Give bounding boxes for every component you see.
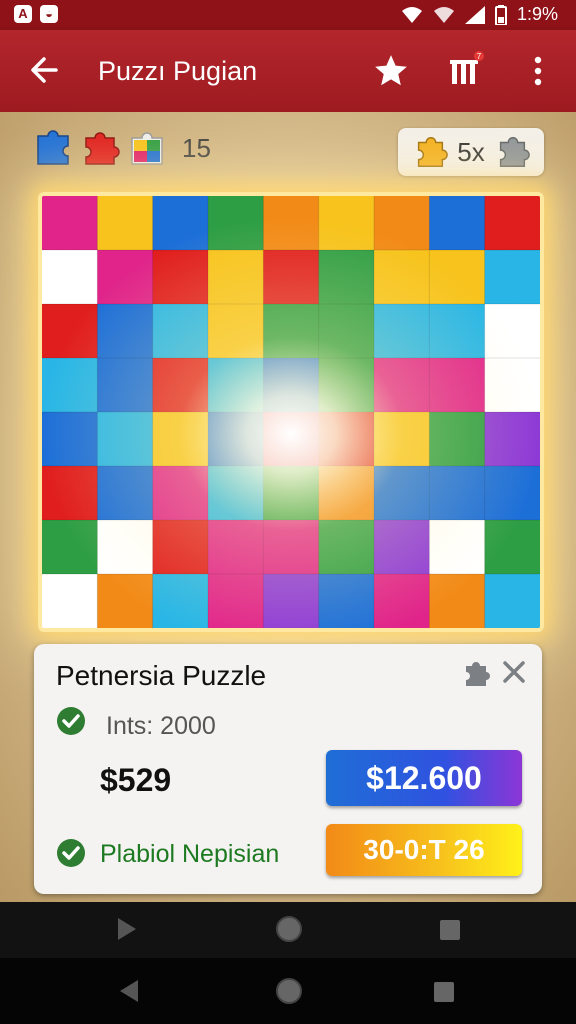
gold-piece-icon — [418, 137, 449, 167]
price-label: $529 — [100, 762, 172, 798]
stats-icon: 7 — [450, 51, 484, 84]
notification-b-icon: ◒ — [40, 5, 58, 23]
recents-square-icon[interactable] — [438, 918, 462, 942]
gray-piece-icon — [499, 137, 530, 167]
app-title: Puzzı Pugian — [98, 56, 258, 86]
check-circle-icon — [57, 839, 85, 867]
puzzle-board[interactable] — [38, 192, 544, 632]
wifi-icon — [433, 6, 454, 23]
status-time: 1:9% — [516, 4, 558, 24]
feature-label: Plabiol Nepisian — [100, 840, 280, 868]
stats-badge: 7 — [477, 52, 482, 61]
check-circle-icon — [57, 707, 85, 735]
puzzle-grid[interactable] — [42, 196, 540, 628]
piece-counter: 15 — [34, 128, 211, 168]
back-triangle-icon[interactable] — [118, 978, 140, 1004]
stats-button[interactable]: 7 — [446, 50, 486, 90]
battery-icon — [494, 4, 507, 25]
back-arrow-icon[interactable] — [26, 52, 62, 88]
more-vert-icon[interactable] — [526, 52, 550, 90]
card-title: Petnersia Puzzle — [56, 660, 267, 691]
buy-button[interactable]: $12.600 — [326, 750, 522, 806]
mixed-piece-icon — [131, 132, 163, 165]
star-icon[interactable] — [372, 52, 410, 90]
piece-count: 15 — [182, 132, 211, 163]
recents-square-icon[interactable] — [432, 980, 456, 1004]
gear-piece-icon[interactable] — [460, 658, 492, 690]
status-bar: A ◒ 1:9% — [0, 0, 576, 30]
puzzle-info-card: Petnersia Puzzle Ints: 2000 $529 $12.600… — [34, 644, 542, 894]
home-circle-icon[interactable] — [274, 976, 304, 1006]
timer-button[interactable]: 30-0:T 26 — [326, 824, 522, 876]
app-bar: Puzzı Pugian 7 — [0, 30, 576, 112]
multiplier-label: 5x — [457, 136, 485, 167]
signal-icon — [464, 5, 485, 24]
ints-label: Ints: 2000 — [106, 712, 216, 740]
blue-piece-icon — [37, 130, 69, 165]
board-glow — [42, 196, 540, 628]
close-icon[interactable] — [500, 658, 528, 686]
back-triangle-icon[interactable] — [116, 916, 138, 942]
red-piece-icon — [85, 132, 120, 165]
notification-a-icon: A — [14, 5, 32, 23]
navigation-bar-upper — [0, 902, 576, 958]
home-circle-icon[interactable] — [274, 914, 304, 944]
wifi-icon — [401, 6, 422, 23]
navigation-bar-lower — [0, 958, 576, 1024]
multiplier-badge[interactable]: 5x — [398, 128, 544, 176]
